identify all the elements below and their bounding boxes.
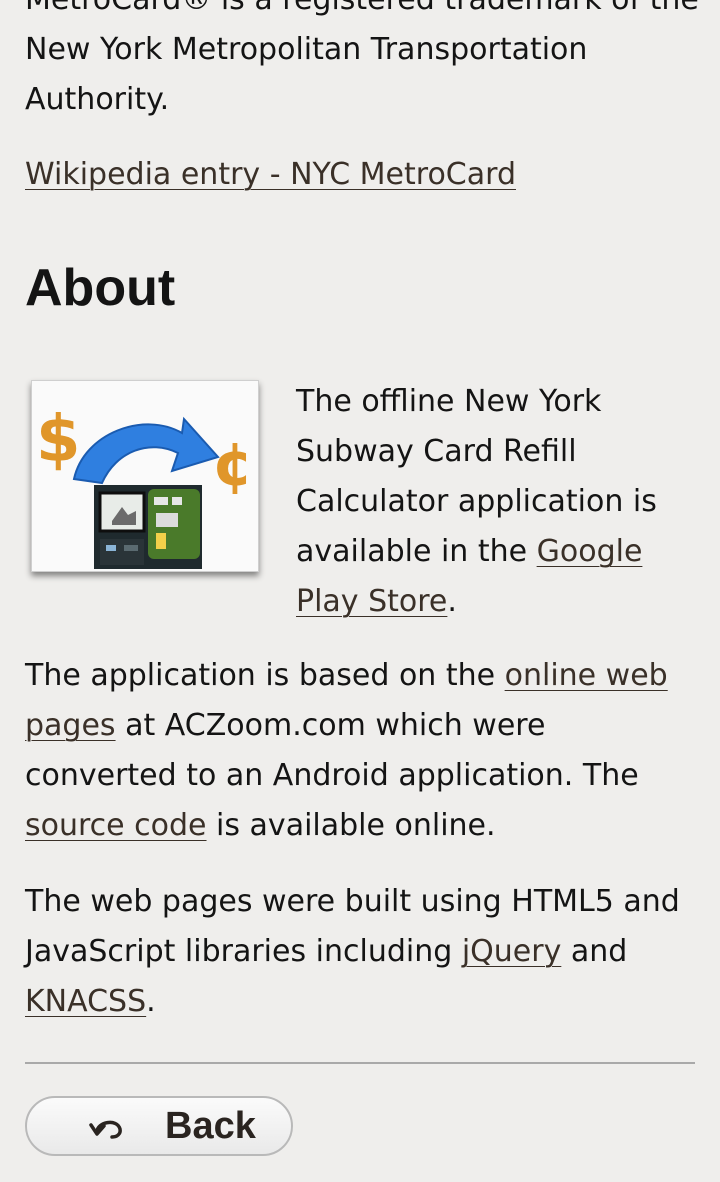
knacss-link[interactable]: KNACSS: [25, 984, 146, 1019]
wikipedia-link[interactable]: Wikipedia entry - NYC MetroCard: [25, 150, 516, 200]
cent-icon: ¢: [212, 430, 254, 500]
application-paragraph: The application is based on the online w…: [25, 651, 695, 851]
libraries-paragraph: The web pages were built using HTML5 and…: [25, 877, 695, 1027]
intro-paragraph: The offline New York Subway Card Refill …: [296, 377, 696, 627]
source-code-link[interactable]: source code: [25, 808, 207, 843]
para1-text-after: is available online.: [206, 808, 496, 843]
para1-text-middle: at ACZoom.com which were converted to an…: [25, 708, 639, 793]
para1-text-before: The application is based on the: [25, 658, 505, 693]
dollar-icon: $: [36, 403, 81, 477]
trademark-notice: MetroCard® is a registered trademark of …: [25, 0, 699, 117]
back-button[interactable]: Back: [25, 1096, 293, 1156]
para2-text-after: .: [146, 984, 156, 1019]
divider: [25, 1062, 695, 1064]
para2-text-middle: and: [561, 934, 628, 969]
subway-card-refill-app-icon: $ ¢: [32, 381, 258, 571]
intro-text-after: .: [447, 584, 457, 619]
back-arrow-icon: [89, 1120, 122, 1139]
metrocard-machine-icon: [94, 485, 202, 569]
app-icon: $ ¢: [31, 380, 259, 572]
about-heading: About: [25, 259, 176, 317]
jquery-link[interactable]: jQuery: [462, 934, 562, 969]
back-label: Back: [165, 1105, 256, 1147]
